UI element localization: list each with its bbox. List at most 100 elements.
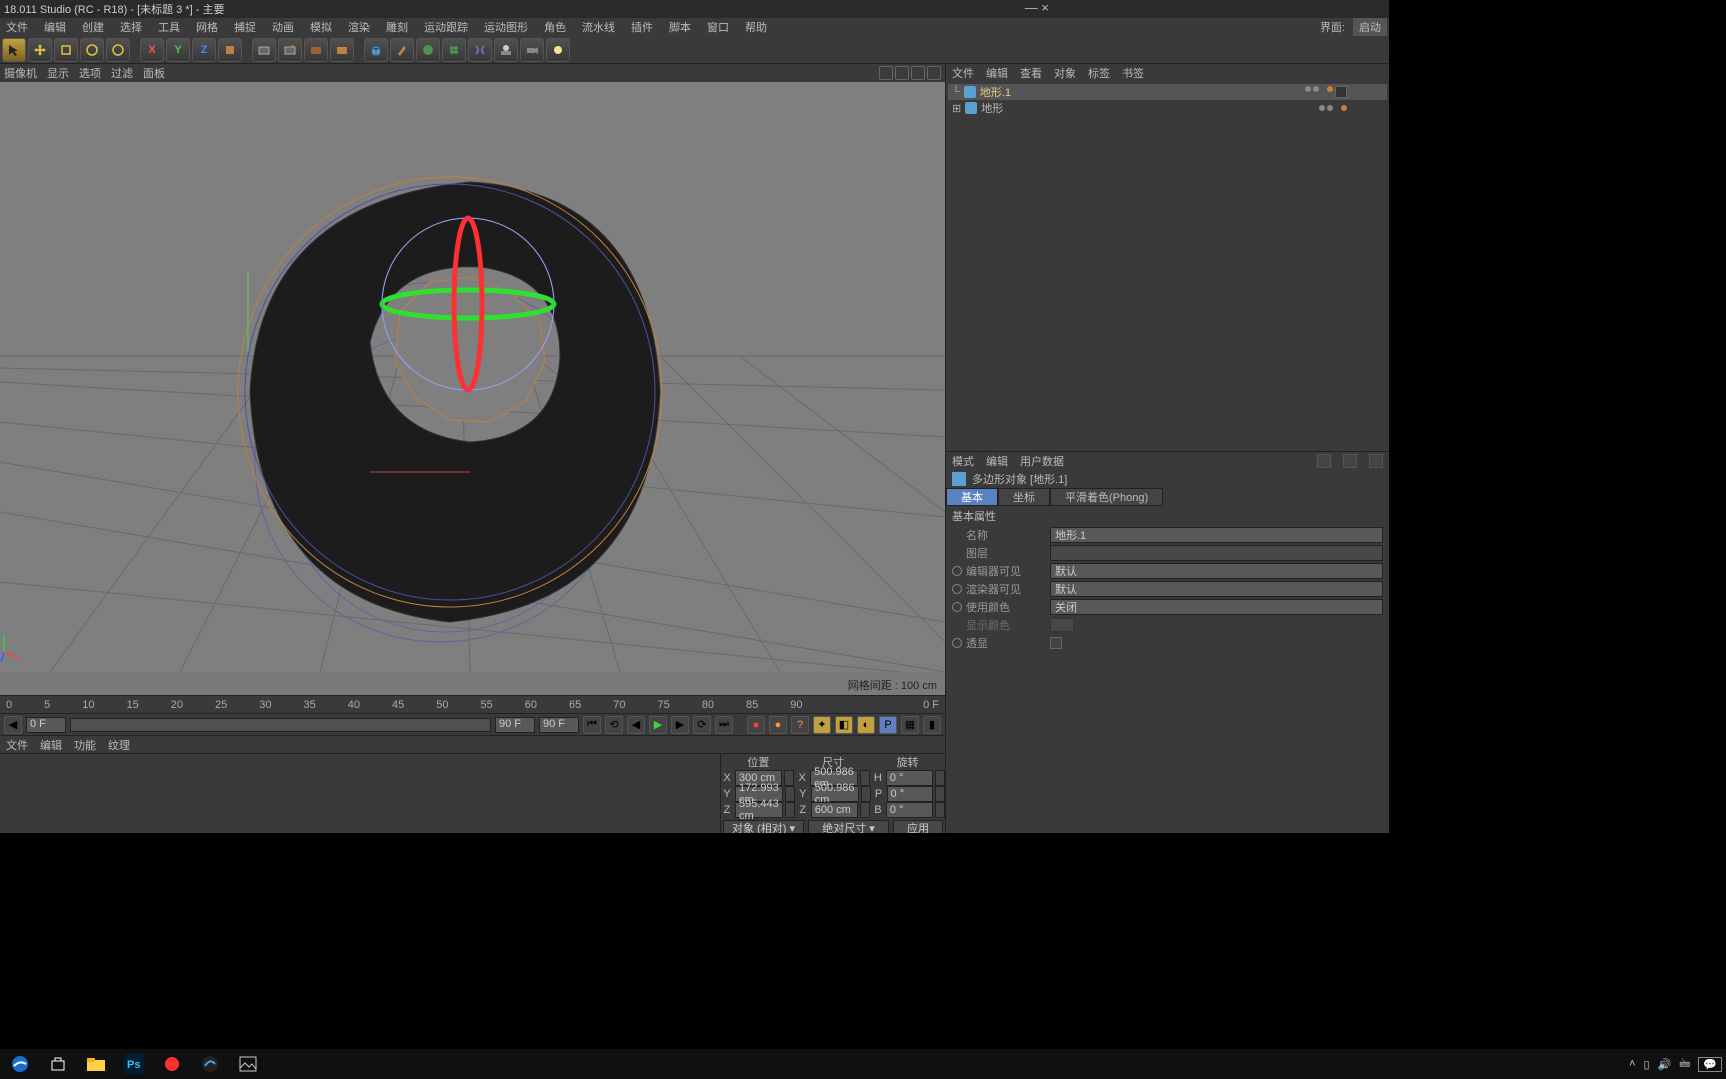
- mat-menu-edit[interactable]: 编辑: [40, 737, 62, 753]
- phong-tag-icon[interactable]: [1327, 86, 1333, 92]
- spinner[interactable]: [785, 786, 795, 802]
- spinner[interactable]: [785, 802, 795, 818]
- tool-render-region[interactable]: [278, 38, 302, 62]
- obj-menu-edit[interactable]: 编辑: [986, 65, 1008, 81]
- menu-help[interactable]: 帮助: [741, 18, 771, 36]
- photoshop-icon[interactable]: Ps: [118, 1051, 150, 1077]
- tray-notification-icon[interactable]: 💬: [1698, 1057, 1722, 1072]
- mat-menu-func[interactable]: 功能: [74, 737, 96, 753]
- tool-render-settings[interactable]: [304, 38, 328, 62]
- vp-menu-panel[interactable]: 面板: [143, 65, 165, 81]
- system-tray[interactable]: ˄ ▯ 🔊 🖮 💬: [1629, 1055, 1722, 1074]
- spinner[interactable]: [935, 802, 945, 818]
- menu-sim[interactable]: 模拟: [306, 18, 336, 36]
- vp-nav-icon[interactable]: [911, 66, 925, 80]
- expand-icon[interactable]: ⊞: [952, 102, 961, 115]
- menu-mesh[interactable]: 网格: [192, 18, 222, 36]
- spinner[interactable]: [860, 770, 870, 786]
- tool-x-lock[interactable]: X: [140, 38, 164, 62]
- rot-p-field[interactable]: 0 °: [887, 786, 933, 802]
- menu-pipeline[interactable]: 流水线: [578, 18, 619, 36]
- play-icon[interactable]: ▶: [649, 716, 667, 734]
- menu-anim[interactable]: 动画: [268, 18, 298, 36]
- store-icon[interactable]: [42, 1051, 74, 1077]
- tool-pen[interactable]: [390, 38, 414, 62]
- menu-motrack[interactable]: 运动跟踪: [420, 18, 472, 36]
- attr-menu-mode[interactable]: 模式: [952, 453, 974, 469]
- cinema4d-icon[interactable]: [194, 1051, 226, 1077]
- attr-menu-userdata[interactable]: 用户数据: [1020, 453, 1064, 469]
- menu-sculpt[interactable]: 雕刻: [382, 18, 412, 36]
- rot-h-field[interactable]: 0 °: [886, 770, 933, 786]
- tool-cursor[interactable]: [2, 38, 26, 62]
- frame-end-b-field[interactable]: 90 F: [539, 717, 579, 733]
- layout-select[interactable]: 启动: [1353, 18, 1387, 36]
- tree-row[interactable]: ⊞ 地形: [948, 100, 1387, 116]
- menu-character[interactable]: 角色: [540, 18, 570, 36]
- menu-window[interactable]: 窗口: [703, 18, 733, 36]
- tool-nurbs[interactable]: [416, 38, 440, 62]
- go-start-icon[interactable]: ◀: [4, 716, 22, 734]
- menu-file[interactable]: 文件: [2, 18, 32, 36]
- display-tag-icon[interactable]: [1335, 86, 1347, 98]
- obj-menu-tag[interactable]: 标签: [1088, 65, 1110, 81]
- attr-nav-up-icon[interactable]: [1343, 454, 1357, 468]
- tool-cube[interactable]: [364, 38, 388, 62]
- anim-dot[interactable]: [952, 638, 962, 648]
- photos-icon[interactable]: [232, 1051, 264, 1077]
- tool-picture-viewer[interactable]: [330, 38, 354, 62]
- obj-menu-bookmark[interactable]: 书签: [1122, 65, 1144, 81]
- spinner[interactable]: [935, 770, 945, 786]
- tab-phong[interactable]: 平滑着色(Phong): [1050, 488, 1163, 506]
- spinner[interactable]: [935, 786, 945, 802]
- tool-move[interactable]: [28, 38, 52, 62]
- menu-plugin[interactable]: 插件: [627, 18, 657, 36]
- tool-lasttool[interactable]: [106, 38, 130, 62]
- material-manager[interactable]: 位置 尺寸 旋转 X 300 cm X 500.986 cm H 0 ° Y: [0, 753, 945, 833]
- prev-key-icon[interactable]: ⟲: [605, 716, 623, 734]
- tool-camera[interactable]: [520, 38, 544, 62]
- menu-script[interactable]: 脚本: [665, 18, 695, 36]
- record-app-icon[interactable]: [156, 1051, 188, 1077]
- size-y-field[interactable]: 500.986 cm: [811, 786, 859, 802]
- attr-name-field[interactable]: 地形.1: [1050, 527, 1383, 543]
- rot-b-field[interactable]: 0 °: [886, 802, 933, 818]
- tool-coord-sys[interactable]: [218, 38, 242, 62]
- frame-start-field[interactable]: 0 F: [26, 717, 66, 733]
- menu-select[interactable]: 选择: [116, 18, 146, 36]
- tray-volume-icon[interactable]: 🔊: [1658, 1058, 1672, 1071]
- vp-nav-icon[interactable]: [927, 66, 941, 80]
- obj-menu-file[interactable]: 文件: [952, 65, 974, 81]
- attr-usecolor-select[interactable]: 关闭: [1050, 599, 1383, 615]
- tool-render-view[interactable]: [252, 38, 276, 62]
- visibility-dot[interactable]: [1313, 86, 1319, 92]
- record-icon[interactable]: ●: [747, 716, 765, 734]
- tray-ime-icon[interactable]: 🖮: [1679, 1055, 1690, 1074]
- attr-render-select[interactable]: 默认: [1050, 581, 1383, 597]
- visibility-dot[interactable]: [1327, 105, 1333, 111]
- tool-scale[interactable]: [54, 38, 78, 62]
- vp-menu-display[interactable]: 显示: [47, 65, 69, 81]
- mat-menu-file[interactable]: 文件: [6, 737, 28, 753]
- prev-frame-icon[interactable]: ◀: [627, 716, 645, 734]
- menu-tools[interactable]: 工具: [154, 18, 184, 36]
- tree-row-selected[interactable]: └ 地形.1: [948, 84, 1387, 100]
- mat-menu-tex[interactable]: 纹理: [108, 737, 130, 753]
- tool-array[interactable]: [442, 38, 466, 62]
- key-pos-icon[interactable]: ✦: [813, 716, 831, 734]
- first-frame-icon[interactable]: ⏮: [583, 716, 601, 734]
- anim-dot[interactable]: [952, 566, 962, 576]
- vp-menu-options[interactable]: 选项: [79, 65, 101, 81]
- tree-item-label[interactable]: 地形.1: [980, 84, 1011, 100]
- spinner[interactable]: [861, 786, 871, 802]
- object-tree[interactable]: └ 地形.1 ⊞ 地形: [946, 82, 1389, 452]
- pos-z-field[interactable]: 595.443 cm: [735, 802, 783, 818]
- key-film-icon[interactable]: ▮: [923, 716, 941, 734]
- visibility-dot[interactable]: [1319, 105, 1325, 111]
- menu-create[interactable]: 创建: [78, 18, 108, 36]
- key-rot-icon[interactable]: ◐: [857, 716, 875, 734]
- menu-edit[interactable]: 编辑: [40, 18, 70, 36]
- vp-nav-icon[interactable]: [895, 66, 909, 80]
- attr-menu-edit[interactable]: 编辑: [986, 453, 1008, 469]
- phong-tag-icon[interactable]: [1341, 105, 1347, 111]
